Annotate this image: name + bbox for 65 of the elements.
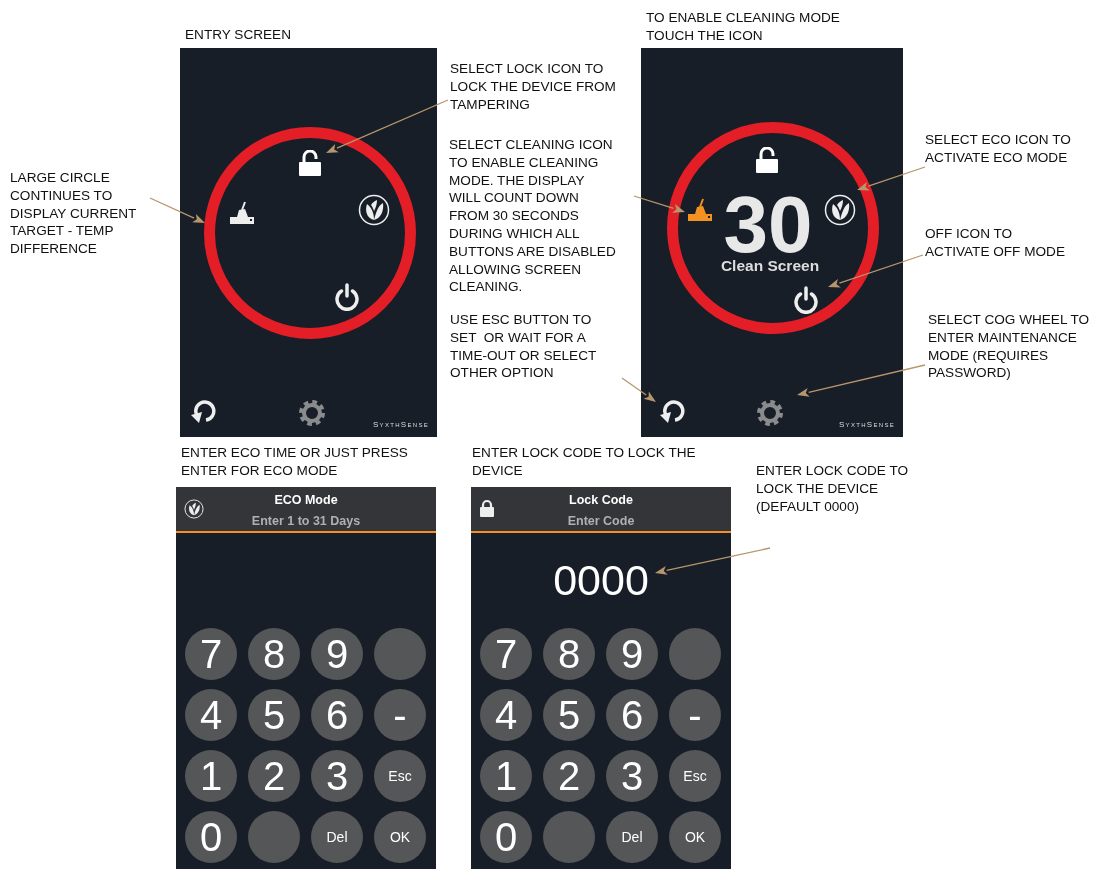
keypad-key[interactable]: - [669,689,721,741]
keypad-key[interactable]: Del [606,811,658,863]
keypad-key[interactable]: 7 [185,628,237,680]
keypad-key[interactable]: Esc [669,750,721,802]
keypad-key[interactable]: 8 [248,628,300,680]
leader-arrow [149,197,205,223]
keypad-key[interactable]: 4 [185,689,237,741]
keypad-key[interactable]: 4 [480,689,532,741]
keypad-key[interactable]: OK [374,811,426,863]
annotation-text: SELECT ECO ICON TO ACTIVATE ECO MODE [925,131,1071,167]
keypad-key[interactable]: 9 [606,628,658,680]
unlocked-padlock-icon[interactable] [755,147,779,173]
keypad-key[interactable]: 3 [606,750,658,802]
broom-icon[interactable] [687,198,713,222]
annotation-text: SELECT COG WHEEL TO ENTER MAINTENANCE MODE (REQUIRES PASSWORD) [928,311,1090,383]
keypad-key[interactable]: Esc [374,750,426,802]
keypad-key[interactable]: 7 [480,628,532,680]
keypad-key[interactable]: 0 [480,811,532,863]
leaf-icon[interactable] [824,194,856,226]
keypad-key[interactable]: 2 [543,750,595,802]
keypad-key[interactable]: 9 [311,628,363,680]
code-display: 0000 [553,559,649,602]
annotation-text: OFF ICON TO ACTIVATE OFF MODE [925,225,1065,261]
brand-logo-text: SyxthSense [373,419,429,431]
leader-arrow [621,377,656,402]
header-subtitle: Enter Code [567,513,635,530]
keypad-key[interactable]: 3 [311,750,363,802]
keypad-key[interactable]: OK [669,811,721,863]
annotation-text: ENTER LOCK CODE TO LOCK THE DEVICE (DEFAULT 0000) [756,462,909,516]
leader-arrow [857,166,926,191]
annotation-text: LARGE CIRCLE CONTINUES TO DISPLAY CURRENT TARGET - TEMP DIFFERENCE [10,169,137,258]
keypad-key[interactable]: 8 [543,628,595,680]
keypad-key[interactable]: Del [311,811,363,863]
keypad-key[interactable]: 0 [185,811,237,863]
keypad-key[interactable]: 6 [606,689,658,741]
gear-icon[interactable] [298,399,326,427]
keypad-key[interactable]: 5 [248,689,300,741]
leaf-icon[interactable] [358,194,390,226]
keypad-key[interactable]: 1 [480,750,532,802]
keypad-key[interactable]: 1 [185,750,237,802]
annotation-text: TO ENABLE CLEANING MODE TOUCH THE ICON [646,9,840,45]
padlock-icon [479,499,495,517]
keypad-key[interactable]: 2 [248,750,300,802]
keypad-key[interactable]: 5 [543,689,595,741]
header-title: ECO Mode [274,492,338,509]
keypad-key[interactable]: - [374,689,426,741]
header-title: Lock Code [569,492,633,509]
brand-logo-text: SyxthSense [839,419,895,431]
gear-icon[interactable] [756,399,784,427]
annotation-text: SELECT CLEANING ICON TO ENABLE CLEANING MODE. THE DISPLAY WILL COUNT DOWN FROM 30 SECONDS DURING WHICH ALL BUTTONS ARE DISABLED ALLOWING SCREEN CLEANING. [449,136,616,297]
power-icon[interactable] [334,283,360,311]
leaf-icon [184,499,204,519]
header-subtitle: Enter 1 to 31 Days [251,513,361,530]
annotation-text: USE ESC BUTTON TO SET OR WAIT FOR A TIME-OUT OR SELECT OTHER OPTION [450,311,597,383]
circular-arrow-icon[interactable] [190,399,216,425]
keypad-key[interactable]: 6 [311,689,363,741]
broom-icon[interactable] [229,201,255,225]
power-icon[interactable] [793,286,819,314]
leader-arrow [633,195,685,213]
annotation-text: ENTRY SCREEN [185,26,291,44]
circular-arrow-icon[interactable] [659,399,685,425]
annotation-text: ENTER LOCK CODE TO LOCK THE DEVICE [472,444,696,480]
annotation-text: SELECT LOCK ICON TO LOCK THE DEVICE FROM TAMPERING [450,60,616,114]
annotation-text: ENTER ECO TIME OR JUST PRESS ENTER FOR ECO MODE [181,444,408,480]
unlocked-padlock-icon[interactable] [298,150,322,176]
